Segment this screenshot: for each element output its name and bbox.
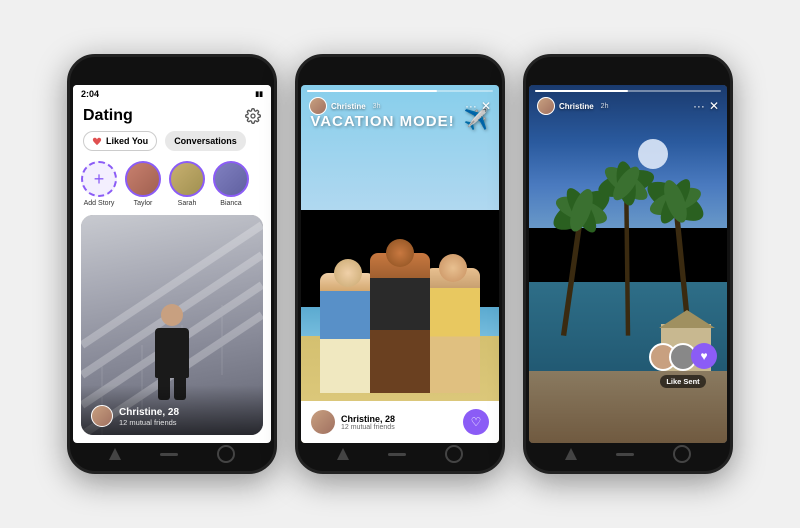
dating-header: Dating [73,101,271,129]
phone-2: VACATION MODE! ✈️ Christine 3h ··· ✕ [295,54,505,474]
conversations-label: Conversations [174,136,237,146]
recents-nav-icon-3[interactable] [673,445,691,463]
back-nav-icon-2[interactable] [337,448,349,460]
home-nav-icon-3[interactable] [616,453,634,456]
phone-3: Christine 2h ··· ✕ ♥ [523,54,733,474]
profile-info-bar: Christine, 28 12 mutual friends [81,385,263,435]
add-story-item[interactable]: + Add Story [81,161,117,207]
person-2 [370,253,430,393]
home-nav-icon[interactable] [160,453,178,456]
story-bottom-avatar [311,410,335,434]
story-progress-bar [307,90,493,92]
resort-screen: Christine 2h ··· ✕ ♥ [529,85,727,443]
back-nav-icon[interactable] [109,448,121,460]
story-user-name: Christine [331,102,366,111]
heart-sent-icon: ♥ [700,349,707,363]
story-actions: ··· ✕ [465,99,491,113]
like-sent-badge: ♥ Like Sent [649,343,717,388]
story-bottom-text: Christine, 28 12 mutual friends [341,414,457,431]
person-head [161,304,183,326]
person-1 [320,273,375,393]
heart-icon [92,137,102,146]
battery-icon: ▮▮ [255,90,263,98]
add-story-avatar: + [81,161,117,197]
gear-icon[interactable] [245,108,261,124]
story-bottom-name: Christine, 28 [341,414,457,424]
story-label-sarah: Sarah [178,200,197,207]
story-avatar-taylor [125,161,161,197]
tab-liked-you[interactable]: Liked You [83,131,157,151]
like-heart-icon: ♡ [471,415,482,429]
status-icons: ▮▮ [255,90,263,98]
phone-3-screen: Christine 2h ··· ✕ ♥ [529,85,727,443]
person-2-head [386,239,414,267]
like-sent-label: Like Sent [660,375,705,388]
story-label-taylor: Taylor [134,200,153,207]
story-progress-bar-3 [535,90,721,92]
story-time-3: 2h [601,103,609,110]
profile-mini-avatar [91,405,113,427]
home-nav-icon-2[interactable] [388,453,406,456]
status-time: 2:04 [81,89,99,99]
profile-mutual: 12 mutual friends [119,418,253,427]
like-sent-heart-icon: ♥ [691,343,717,369]
tab-conversations[interactable]: Conversations [165,131,246,151]
profile-card[interactable]: Christine, 28 12 mutual friends [81,215,263,435]
add-story-label: Add Story [84,200,115,207]
like-button[interactable]: ♡ [463,409,489,435]
story-header: Christine 3h ··· ✕ [301,95,499,117]
story-avatar-sarah [169,161,205,197]
story-more-icon-3[interactable]: ··· [693,99,705,113]
app-title: Dating [83,107,133,125]
recents-nav-icon[interactable] [217,445,235,463]
story-progress-fill [307,90,437,92]
story-progress-fill-3 [535,90,628,92]
person-body [155,328,189,378]
story-actions-3: ··· ✕ [693,99,719,113]
stories-row: + Add Story Taylor Sarah Bianca [73,157,271,215]
back-nav-icon-3[interactable] [565,448,577,460]
story-sarah[interactable]: Sarah [169,161,205,207]
story-more-icon[interactable]: ··· [465,99,477,113]
story-avatar-bianca [213,161,249,197]
story-close-icon[interactable]: ✕ [481,99,491,113]
story-taylor[interactable]: Taylor [125,161,161,207]
group-photo [301,185,499,393]
tab-liked-label: Liked You [106,136,148,146]
phone-1-nav [70,441,274,467]
person-3 [425,268,480,393]
story-screen-beach: VACATION MODE! ✈️ Christine 3h ··· ✕ [301,85,499,443]
phone-3-nav [526,441,730,467]
story-user-info: Christine 3h [309,97,380,115]
story-bianca[interactable]: Bianca [213,161,249,207]
dating-screen: 2:04 ▮▮ Dating Liked You [73,85,271,443]
story-user-avatar-3 [537,97,555,115]
add-icon: + [94,170,105,188]
profile-name: Christine, 28 [119,407,253,418]
like-sent-avatars: ♥ [649,343,717,371]
story-user-info-3: Christine 2h [537,97,608,115]
phone-1: 2:04 ▮▮ Dating Liked You [67,54,277,474]
person-1-head [334,259,362,287]
status-bar: 2:04 ▮▮ [73,85,271,101]
profile-text: Christine, 28 12 mutual friends [119,407,253,427]
story-user-avatar [309,97,327,115]
story-time: 3h [373,103,381,110]
story-bottom-card: Christine, 28 12 mutual friends ♡ [301,401,499,443]
story-label-bianca: Bianca [220,200,241,207]
phone-1-screen: 2:04 ▮▮ Dating Liked You [73,85,271,443]
person-3-head [439,254,467,282]
story-header-3: Christine 2h ··· ✕ [529,95,727,117]
story-close-icon-3[interactable]: ✕ [709,99,719,113]
story-bottom-mutual: 12 mutual friends [341,424,457,431]
resort-roof [659,310,715,328]
tab-row: Liked You Conversations [73,129,271,157]
phone-2-nav [298,441,502,467]
phone-2-screen: VACATION MODE! ✈️ Christine 3h ··· ✕ [301,85,499,443]
recents-nav-icon-2[interactable] [445,445,463,463]
story-user-name-3: Christine [559,102,594,111]
